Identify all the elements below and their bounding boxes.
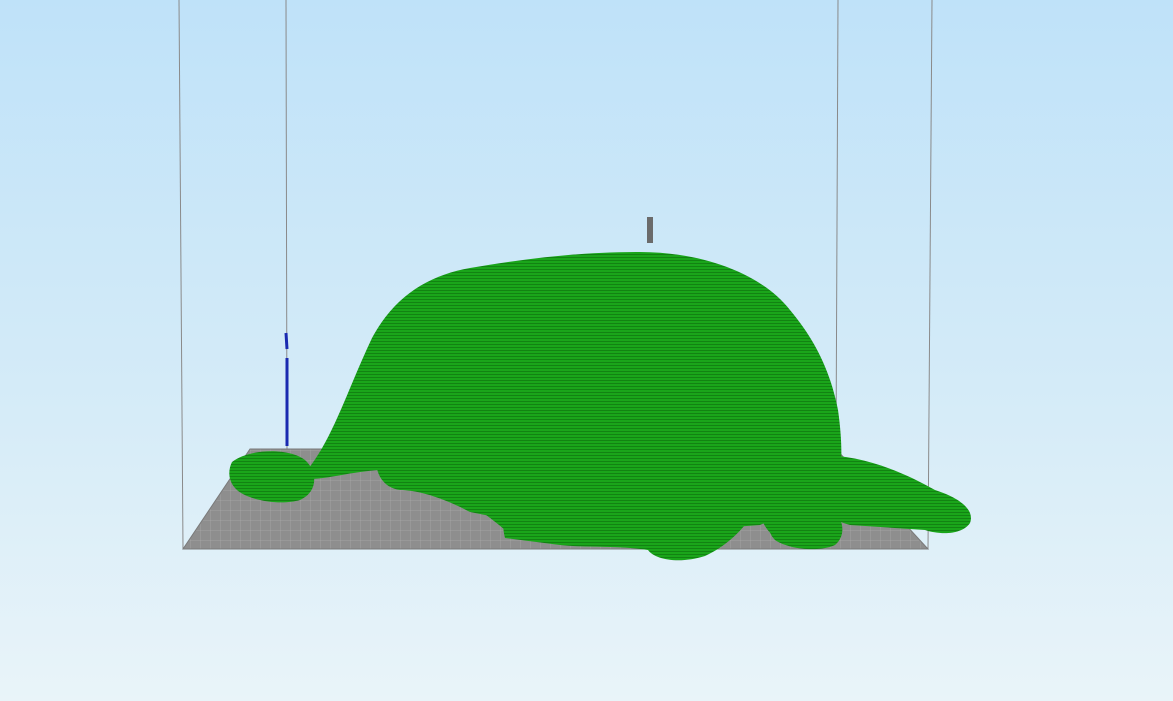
3d-viewport[interactable] (0, 0, 1173, 701)
scene-canvas[interactable] (0, 0, 1173, 701)
nozzle-marker (647, 217, 653, 243)
